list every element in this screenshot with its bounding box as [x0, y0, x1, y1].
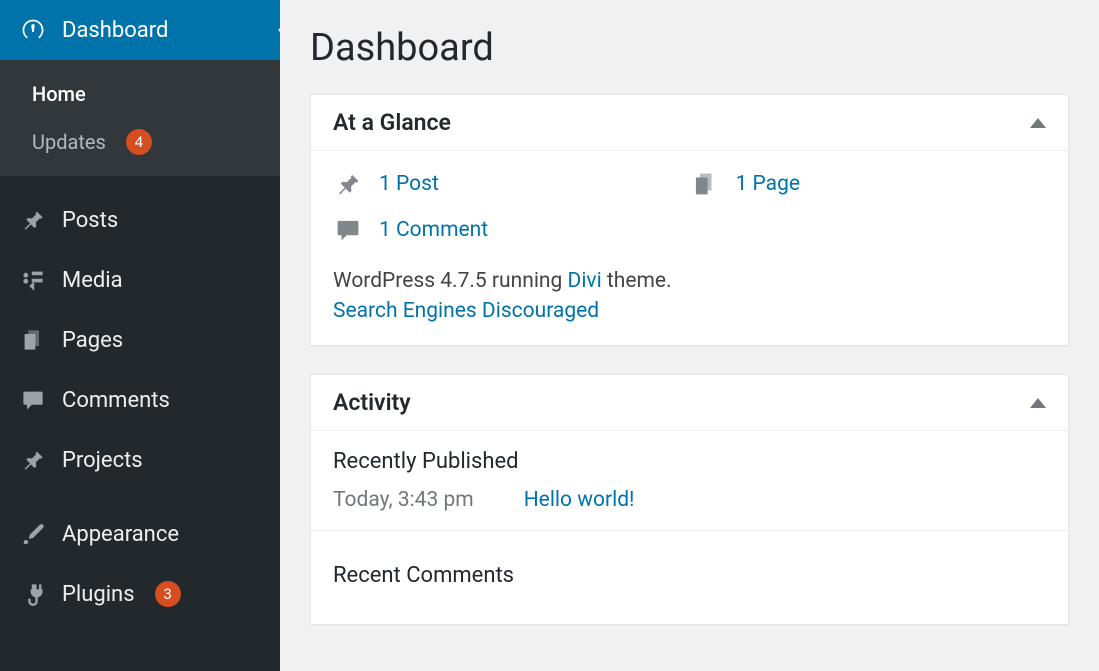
collapse-icon[interactable]: [1030, 118, 1046, 128]
wp-version-prefix: WordPress 4.7.5 running: [333, 269, 568, 293]
glance-pages-link[interactable]: 1 Page: [736, 172, 801, 196]
at-a-glance-title: At a Glance: [333, 109, 451, 136]
at-a-glance-box: At a Glance 1 Post 1 Page: [310, 94, 1069, 346]
submenu-item-label: Updates: [32, 130, 106, 154]
sidebar-item-label: Comments: [62, 388, 170, 413]
theme-link[interactable]: Divi: [568, 269, 602, 293]
glance-comments: 1 Comment: [333, 215, 690, 245]
dashboard-icon: [18, 15, 48, 45]
activity-title: Activity: [333, 389, 411, 416]
recently-published-heading: Recently Published: [333, 449, 1046, 488]
sidebar-item-label: Media: [62, 268, 123, 293]
at-a-glance-header[interactable]: At a Glance: [311, 95, 1068, 151]
glance-posts: 1 Post: [333, 169, 690, 199]
comments-icon: [333, 215, 363, 245]
seo-discouraged-link[interactable]: Search Engines Discouraged: [333, 299, 599, 323]
admin-sidebar: Dashboard Home Updates 4 Posts Media Pag…: [0, 0, 280, 671]
brush-icon: [18, 519, 48, 549]
plugins-badge: 3: [155, 581, 181, 607]
updates-badge: 4: [126, 129, 152, 155]
activity-header[interactable]: Activity: [311, 375, 1068, 431]
dashboard-submenu: Home Updates 4: [0, 60, 280, 176]
sidebar-item-projects[interactable]: Projects: [0, 430, 280, 490]
pin-icon: [333, 169, 363, 199]
activity-box: Activity Recently Published Today, 3:43 …: [310, 374, 1069, 625]
sidebar-item-dashboard[interactable]: Dashboard: [0, 0, 280, 60]
plug-icon: [18, 579, 48, 609]
wp-version-line: WordPress 4.7.5 running Divi theme.: [333, 269, 1046, 293]
page-title: Dashboard: [310, 26, 1069, 70]
sidebar-item-label: Pages: [62, 328, 123, 353]
recent-post-time: Today, 3:43 pm: [333, 488, 474, 512]
main-content: Dashboard At a Glance 1 Post 1 Page: [280, 0, 1099, 671]
submenu-item-home[interactable]: Home: [0, 70, 280, 118]
glance-comments-link[interactable]: 1 Comment: [379, 218, 488, 242]
sidebar-item-comments[interactable]: Comments: [0, 370, 280, 430]
recent-comments-heading: Recent Comments: [333, 563, 1046, 602]
submenu-item-updates[interactable]: Updates 4: [0, 118, 280, 166]
glance-posts-link[interactable]: 1 Post: [379, 172, 439, 196]
sidebar-item-pages[interactable]: Pages: [0, 310, 280, 370]
sidebar-item-label: Dashboard: [62, 18, 168, 43]
sidebar-item-label: Posts: [62, 208, 118, 233]
sidebar-item-label: Plugins: [62, 582, 135, 607]
sidebar-item-label: Appearance: [62, 522, 179, 547]
sidebar-item-label: Projects: [62, 448, 143, 473]
pin-icon: [18, 205, 48, 235]
comments-icon: [18, 385, 48, 415]
glance-pages: 1 Page: [690, 169, 1047, 199]
collapse-icon[interactable]: [1030, 398, 1046, 408]
recent-post-link[interactable]: Hello world!: [524, 488, 635, 512]
sidebar-item-plugins[interactable]: Plugins 3: [0, 564, 280, 624]
recent-post-row: Today, 3:43 pm Hello world!: [333, 488, 1046, 530]
wp-version-suffix: theme.: [602, 269, 672, 293]
sidebar-item-posts[interactable]: Posts: [0, 190, 280, 250]
pages-icon: [18, 325, 48, 355]
pages-icon: [690, 169, 720, 199]
sidebar-item-appearance[interactable]: Appearance: [0, 504, 280, 564]
pin-icon: [18, 445, 48, 475]
submenu-item-label: Home: [32, 82, 86, 106]
sidebar-item-media[interactable]: Media: [0, 250, 280, 310]
media-icon: [18, 265, 48, 295]
